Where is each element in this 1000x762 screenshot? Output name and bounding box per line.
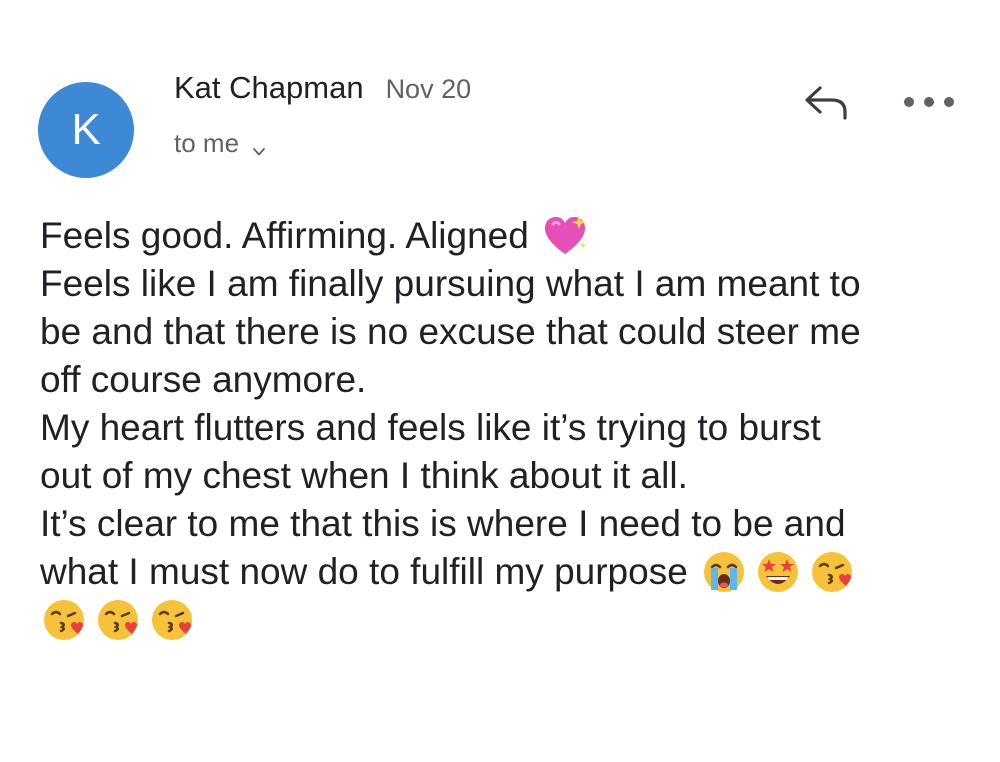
face-blowing-kiss-icon bbox=[808, 548, 856, 596]
recipient-details-toggle[interactable]: to me bbox=[174, 128, 471, 159]
face-blowing-kiss-icon bbox=[40, 596, 88, 644]
sender-avatar[interactable]: K bbox=[38, 82, 134, 178]
message-header: Kat Chapman Nov 20 to me bbox=[174, 70, 471, 159]
message-line: out of my chest when I think about it al… bbox=[40, 452, 980, 500]
message-line bbox=[40, 596, 980, 644]
message-text: My heart flutters and feels like it’s tr… bbox=[40, 407, 821, 448]
reply-icon bbox=[800, 86, 852, 126]
face-blowing-kiss-icon bbox=[148, 596, 196, 644]
message-text: Feels good. Affirming. Aligned bbox=[40, 215, 529, 256]
message-line: Feels good. Affirming. Aligned bbox=[40, 212, 980, 260]
message-line: what I must now do to fulfill my purpose bbox=[40, 548, 980, 596]
message-line: Feels like I am finally pursuing what I … bbox=[40, 260, 980, 308]
sender-name[interactable]: Kat Chapman bbox=[174, 70, 364, 106]
message-body: Feels good. Affirming. Aligned Feels lik… bbox=[40, 212, 980, 644]
message-text: out of my chest when I think about it al… bbox=[40, 455, 688, 496]
more-horizontal-icon bbox=[944, 97, 954, 107]
message-line: It’s clear to me that this is where I ne… bbox=[40, 500, 980, 548]
message-text: Feels like I am finally pursuing what I … bbox=[40, 263, 861, 304]
avatar-letter: K bbox=[71, 105, 101, 154]
message-line: be and that there is no excuse that coul… bbox=[40, 308, 980, 356]
message-text: off course anymore. bbox=[40, 359, 367, 400]
recipient-label: to me bbox=[174, 128, 240, 158]
message-line: off course anymore. bbox=[40, 356, 980, 404]
reply-button[interactable] bbox=[800, 82, 852, 122]
loudly-crying-face-icon bbox=[700, 548, 748, 596]
message-line: My heart flutters and feels like it’s tr… bbox=[40, 404, 980, 452]
chevron-down-icon bbox=[251, 136, 267, 155]
message-text: what I must now do to fulfill my purpose bbox=[40, 551, 688, 592]
more-options-button[interactable] bbox=[904, 88, 954, 116]
sender-line: Kat Chapman Nov 20 bbox=[174, 70, 471, 106]
more-horizontal-icon bbox=[904, 97, 914, 107]
message-text: It’s clear to me that this is where I ne… bbox=[40, 503, 846, 544]
message-date: Nov 20 bbox=[385, 74, 472, 104]
sparkling-heart-icon bbox=[541, 212, 589, 260]
message-text: be and that there is no excuse that coul… bbox=[40, 311, 861, 352]
face-blowing-kiss-icon bbox=[94, 596, 142, 644]
more-horizontal-icon bbox=[924, 97, 934, 107]
star-struck-face-icon bbox=[754, 548, 802, 596]
